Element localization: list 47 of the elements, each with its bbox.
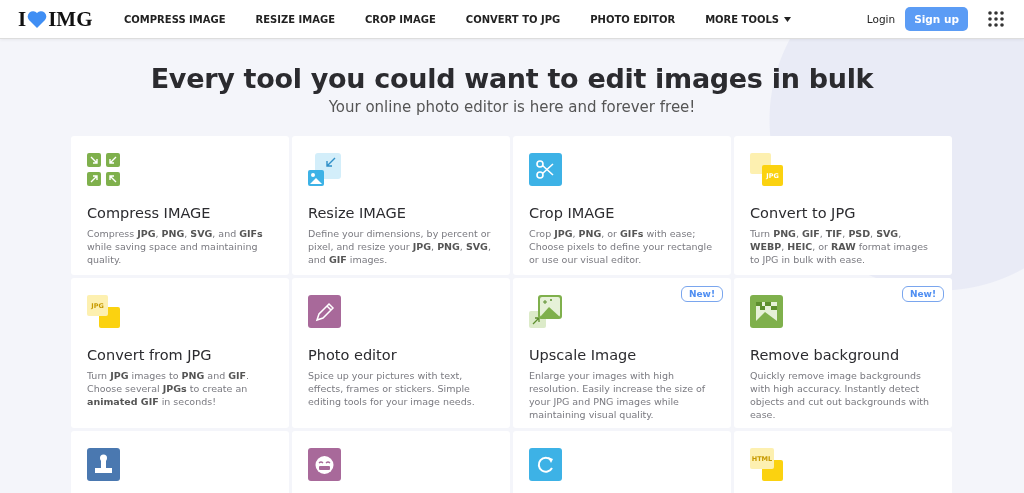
tool-title: Crop IMAGE [529,205,616,221]
tool-title: Photo editor [308,347,398,363]
tool-title: Convert to JPG [750,205,857,221]
remove-background-icon [750,295,783,328]
tool-card[interactable]: New! Upscale Image Enlarge your images with high resolution. Easily increase the size of your JPG and PNG images while maintaining visual quality. [513,278,731,428]
tool-title: Remove background [750,347,901,363]
apps-grid-icon[interactable] [988,11,1004,27]
caret-icon [784,16,791,22]
tool-title: Convert from JPG [87,347,213,363]
tool-description: Quickly remove image backgrounds with high accuracy. Instantly detect objects and cut out backgrounds with ease. [750,369,930,421]
stamp-icon [87,448,120,481]
tool-card[interactable]: New! Remove background Quickly remove image backgrounds with high accuracy. Instantly detect objects and cut out backgrounds with ease. [734,278,952,428]
heart-icon [27,10,48,28]
nav-link[interactable]: RESIZE IMAGE [255,13,335,25]
tool-description: Define your dimensions, by percent or pixel, and resize your JPG, PNG, SVG, and GIF images. [308,227,492,266]
compress-arrows-icon [87,153,120,186]
upscale-image-icon [529,295,562,328]
tool-card[interactable]: Resize IMAGE Define your dimensions, by percent or pixel, and resize your JPG, PNG, SVG, and GIF images. [292,136,510,275]
nav-link[interactable]: PHOTO EDITOR [590,13,676,25]
page-subtitle: Your online photo editor is here and forever free! [327,98,697,116]
new-badge: New! [680,286,723,302]
nav-link[interactable]: CROP IMAGE [365,13,436,25]
pencil-icon [308,295,341,328]
scissors-icon [529,153,562,186]
tool-title: Resize IMAGE [308,205,407,221]
login-link[interactable]: Login [866,13,896,25]
nav-dropdown[interactable]: MORE TOOLS [705,13,791,25]
page-title: Every tool you could want to edit images in bulk [149,63,875,94]
tool-description: Turn JPG images to PNG and GIF. Choose several JPGs to create an animated GIF in seconds! [87,369,251,408]
nav-link[interactable]: CONVERT TO JPG [465,13,561,25]
logo-text[interactable]: IMG [48,6,93,32]
new-badge: New! [901,286,944,302]
tool-description: Compress JPG, PNG, SVG, and GIFs while saving space and maintaining quality. [87,227,264,266]
tool-title: Upscale Image [529,347,638,363]
tool-description: Enlarge your images with high resolution. Easily increase the size of your JPG and PNG images while maintaining visual quality. [529,369,707,421]
tool-card[interactable]: Crop IMAGE Crop JPG, PNG, or GIFs with ease; Choose pixels to define your rectangle or use our visual editor. [513,136,731,275]
nav-link[interactable]: COMPRESS IMAGE [124,13,226,25]
tool-description: Turn PNG, GIF, TIF, PSD, SVG, WEBP, HEIC, or RAW format images to JPG in bulk with ease. [750,227,929,266]
smiley-icon [308,448,341,481]
rotate-icon [529,448,562,481]
tool-card[interactable]: Photo editor Spice up your pictures with text, effects, frames or stickers. Simple editing tools for your image needs. [292,278,510,428]
tool-description: Crop JPG, PNG, or GIFs with ease; Choose pixels to define your rectangle or use our visual editor. [529,227,714,266]
resize-image-icon [308,153,341,186]
tool-description: Spice up your pictures with text, effects, frames or stickers. Simple editing tools for your image needs. [308,369,476,408]
tool-card[interactable]: Compress IMAGE Compress JPG, PNG, SVG, and GIFs while saving space and maintaining quality. [71,136,289,275]
logo-text[interactable]: I [18,6,27,32]
tool-title: Compress IMAGE [87,205,212,221]
